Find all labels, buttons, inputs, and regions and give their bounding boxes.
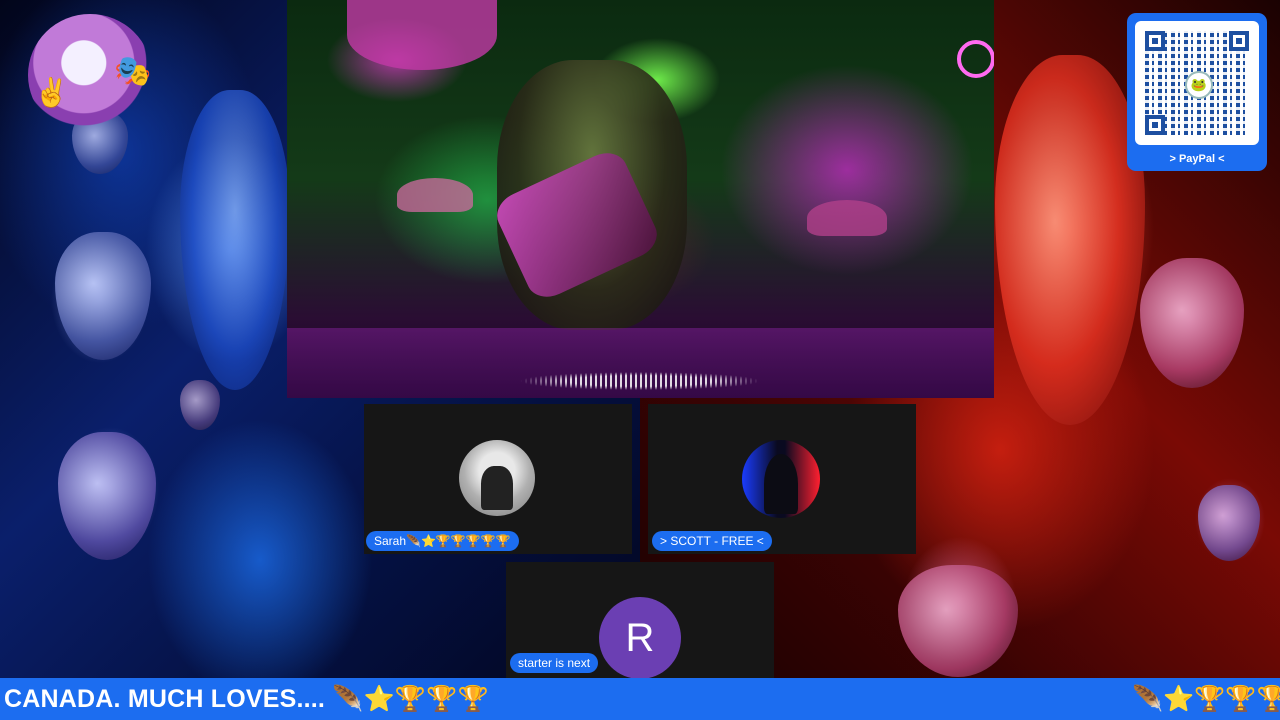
album-art-panel <box>287 0 994 398</box>
qr-finder <box>1145 115 1165 135</box>
participant-tile[interactable]: R starter is next <box>506 562 774 679</box>
mask-face <box>180 380 220 430</box>
participant-tile[interactable]: Sarah🪶⭐🏆🏆🏆🏆🏆 <box>364 404 632 554</box>
paypal-label: > PayPal < <box>1169 153 1225 165</box>
mask-face <box>898 565 1018 677</box>
participant-name: Sarah🪶⭐🏆🏆🏆🏆🏆 <box>366 531 519 551</box>
horse-rider-silhouette <box>481 466 513 510</box>
mask-face <box>55 232 151 360</box>
qr-finder <box>1145 31 1165 51</box>
avatar-letter: R <box>625 616 655 660</box>
mushroom <box>347 0 497 70</box>
neon-circle-icon <box>957 40 994 78</box>
avatar <box>459 440 535 516</box>
qr-code[interactable]: 🐸 <box>1135 21 1259 145</box>
qr-finder <box>1229 31 1249 51</box>
mask-face <box>180 90 290 390</box>
audio-waveform <box>520 372 760 390</box>
participant-name: > SCOTT - FREE < <box>652 531 772 551</box>
mask-face <box>1198 485 1260 561</box>
mask-icon: 🎭 <box>114 55 152 88</box>
mask-face <box>1140 258 1244 388</box>
avatar <box>742 440 820 518</box>
ticker-text-repeat: 🪶⭐🏆🏆🏆 <box>1132 685 1280 713</box>
channel-logo: ✌ 🎭 <box>28 14 152 136</box>
participant-tile[interactable]: > SCOTT - FREE < <box>648 404 916 554</box>
mask-face <box>995 55 1145 425</box>
hooded-figure <box>764 454 798 514</box>
letter-avatar: R <box>599 597 681 679</box>
participant-name: starter is next <box>510 653 599 673</box>
mask-face <box>58 432 156 560</box>
frog-icon: 🐸 <box>1185 71 1213 99</box>
ticker-text: CANADA. MUCH LOVES.... 🪶⭐🏆🏆🏆 <box>4 685 489 713</box>
scrolling-ticker: CANADA. MUCH LOVES.... 🪶⭐🏆🏆🏆 🪶⭐🏆🏆🏆 <box>0 678 1280 720</box>
peace-hand-icon: ✌ <box>34 77 69 108</box>
paypal-qr-card[interactable]: 🐸 > PayPal < <box>1127 13 1267 171</box>
mushroom <box>397 178 473 212</box>
mushroom <box>807 200 887 236</box>
